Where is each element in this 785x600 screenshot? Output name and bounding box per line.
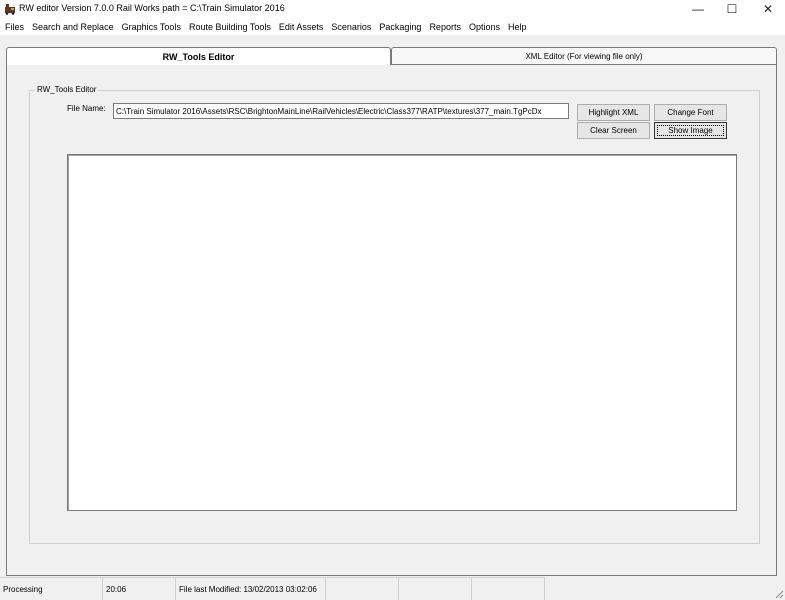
tab-rw-tools-editor[interactable]: RW_Tools Editor (6, 47, 391, 65)
status-panel-5 (399, 577, 472, 600)
status-file-modified: File last Modified: 13/02/2013 03:02:06 (176, 577, 326, 600)
window-title: RW editor Version 7.0.0 Rail Works path … (19, 3, 285, 13)
menu-packaging[interactable]: Packaging (376, 22, 424, 32)
groupbox-title: RW_Tools Editor (35, 85, 99, 94)
show-image-button[interactable]: Show Image (654, 122, 727, 139)
menu-scenarios[interactable]: Scenarios (328, 22, 374, 32)
menu-reports[interactable]: Reports (426, 22, 464, 32)
change-font-button[interactable]: Change Font (654, 104, 727, 121)
menu-edit-assets[interactable]: Edit Assets (276, 22, 327, 32)
status-panel-6 (472, 577, 545, 600)
status-processing: Processing (0, 577, 103, 600)
highlight-xml-button[interactable]: Highlight XML (577, 104, 650, 121)
minimize-button[interactable]: — (681, 0, 715, 18)
title-bar: RW editor Version 7.0.0 Rail Works path … (0, 0, 785, 18)
clear-screen-button[interactable]: Clear Screen (577, 122, 650, 139)
menu-graphics-tools[interactable]: Graphics Tools (119, 22, 184, 32)
status-panel-4 (326, 577, 399, 600)
train-icon (5, 4, 15, 15)
menu-options[interactable]: Options (466, 22, 503, 32)
status-time: 20:06 (103, 577, 176, 600)
menu-bar: Files Search and Replace Graphics Tools … (0, 18, 785, 35)
maximize-button[interactable]: ☐ (715, 0, 749, 18)
menu-help[interactable]: Help (505, 22, 530, 32)
menu-files[interactable]: Files (2, 22, 27, 32)
resize-grip-icon[interactable] (773, 588, 784, 599)
file-name-label: File Name: (67, 104, 106, 113)
menu-route-building-tools[interactable]: Route Building Tools (186, 22, 274, 32)
file-name-field[interactable] (113, 103, 569, 119)
focus-ring (657, 125, 724, 136)
editor-text-area[interactable] (67, 154, 737, 511)
close-button[interactable]: ✕ (751, 0, 785, 18)
tab-xml-editor[interactable]: XML Editor (For viewing file only) (391, 47, 777, 64)
menu-search-replace[interactable]: Search and Replace (29, 22, 117, 32)
